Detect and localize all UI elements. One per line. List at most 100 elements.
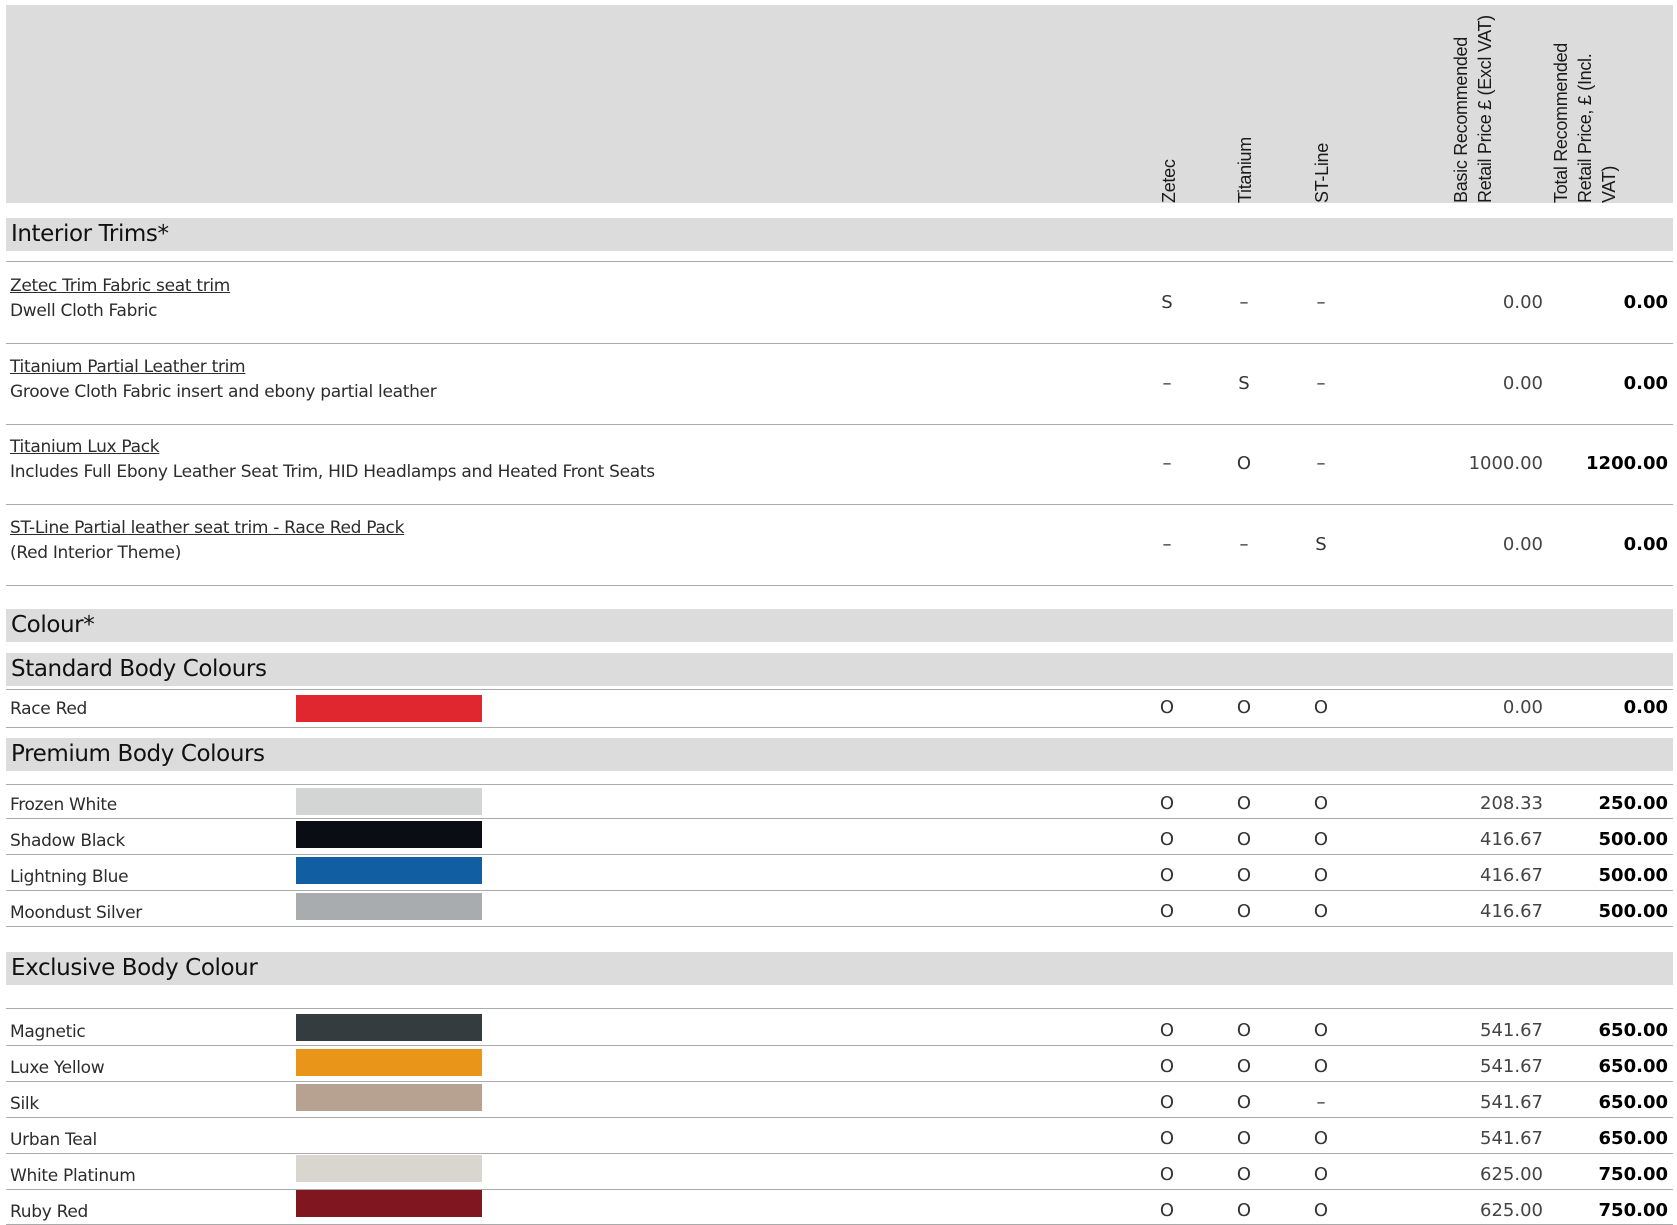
basic-price: 625.00 [1480,1164,1543,1185]
section-standard-body-colours: Standard Body Colours [6,653,1673,686]
colour-swatch [296,695,482,722]
availability-zetec: – [1162,534,1172,555]
availability-titanium: O [1236,1164,1252,1185]
availability-titanium: O [1236,697,1252,718]
colour-swatch [296,1155,482,1182]
table-header [6,5,1673,203]
basic-price: 541.67 [1480,1128,1543,1149]
colour-swatch [296,857,482,884]
total-price: 500.00 [1598,829,1668,850]
availability-stline: O [1313,1020,1329,1041]
divider [6,1189,1673,1190]
total-price: 1200.00 [1586,453,1668,474]
availability-stline: O [1313,793,1329,814]
basic-price: 416.67 [1480,829,1543,850]
colour-name: Frozen White [10,795,117,815]
availability-stline: O [1313,697,1329,718]
basic-price: 0.00 [1502,534,1543,555]
section-colour: Colour* [6,609,1673,642]
colour-name: Shadow Black [10,831,125,851]
colour-name: Urban Teal [10,1130,97,1150]
divider [6,1045,1673,1046]
trim-name-link[interactable]: ST-Line Partial leather seat trim - Race… [10,518,404,538]
trim-name-link[interactable]: Zetec Trim Fabric seat trim [10,276,230,296]
trim-description: Groove Cloth Fabric insert and ebony par… [10,382,437,402]
availability-zetec: O [1159,793,1175,814]
availability-stline: O [1313,901,1329,922]
total-price: 500.00 [1598,865,1668,886]
availability-titanium: O [1236,1128,1252,1149]
availability-zetec: O [1159,1056,1175,1077]
availability-stline: O [1313,1128,1329,1149]
colour-swatch [296,1014,482,1041]
divider [6,1008,1673,1009]
availability-zetec: O [1159,1200,1175,1221]
total-price: 650.00 [1598,1056,1668,1077]
trim-name-link[interactable]: Titanium Partial Leather trim [10,357,246,377]
colour-name: Lightning Blue [10,867,129,887]
section-exclusive-body-colour: Exclusive Body Colour [6,952,1673,985]
availability-zetec: O [1159,1092,1175,1113]
trim-name-link[interactable]: Titanium Lux Pack [10,437,160,457]
availability-zetec: O [1159,1164,1175,1185]
basic-price: 0.00 [1502,373,1543,394]
column-header-titanium: Titanium [1235,137,1255,203]
colour-name: Ruby Red [10,1202,88,1222]
colour-name: Race Red [10,699,87,719]
column-header-total-price: Total Recommended Retail Price, £ (Incl.… [1551,43,1619,203]
availability-stline: O [1313,1164,1329,1185]
total-price: 0.00 [1623,292,1668,313]
availability-stline: O [1313,865,1329,886]
basic-price: 0.00 [1502,292,1543,313]
total-price: 650.00 [1598,1128,1668,1149]
total-price: 650.00 [1598,1092,1668,1113]
divider [6,1153,1673,1154]
availability-zetec: O [1159,1020,1175,1041]
availability-stline: – [1316,453,1326,474]
total-price: 650.00 [1598,1020,1668,1041]
basic-price: 1000.00 [1468,453,1543,474]
basic-price: 541.67 [1480,1056,1543,1077]
availability-titanium: O [1236,453,1252,474]
section-interior-trims: Interior Trims* [6,218,1673,251]
total-price: 250.00 [1598,793,1668,814]
basic-price: 541.67 [1480,1092,1543,1113]
availability-titanium: O [1236,829,1252,850]
colour-swatch [296,821,482,848]
availability-titanium: O [1236,793,1252,814]
availability-zetec: – [1162,373,1172,394]
column-header-basic-price: Basic Recommended Retail Price £ (Excl V… [1451,15,1495,203]
divider [6,890,1673,891]
basic-price: 416.67 [1480,901,1543,922]
availability-zetec: O [1159,697,1175,718]
availability-titanium: O [1236,1020,1252,1041]
availability-zetec: S [1161,292,1173,313]
colour-swatch [296,1084,482,1111]
colour-swatch [296,788,482,815]
availability-zetec: O [1159,901,1175,922]
total-price: 750.00 [1598,1200,1668,1221]
availability-titanium: S [1238,373,1250,394]
divider [6,585,1673,586]
divider [6,343,1673,344]
divider [6,1117,1673,1118]
colour-swatch [296,893,482,920]
divider [6,504,1673,505]
availability-zetec: O [1159,1128,1175,1149]
basic-price: 416.67 [1480,865,1543,886]
availability-titanium: O [1236,1056,1252,1077]
trim-description: Includes Full Ebony Leather Seat Trim, H… [10,462,655,482]
total-price: 0.00 [1623,373,1668,394]
colour-name: White Platinum [10,1166,136,1186]
availability-zetec: O [1159,865,1175,886]
availability-stline: – [1316,1092,1326,1113]
trim-description: Dwell Cloth Fabric [10,301,158,321]
availability-titanium: – [1239,534,1249,555]
basic-price: 0.00 [1502,697,1543,718]
availability-zetec: O [1159,829,1175,850]
total-price: 0.00 [1623,697,1668,718]
divider [6,727,1673,728]
availability-stline: – [1316,292,1326,313]
section-premium-body-colours: Premium Body Colours [6,738,1673,771]
total-price: 500.00 [1598,901,1668,922]
